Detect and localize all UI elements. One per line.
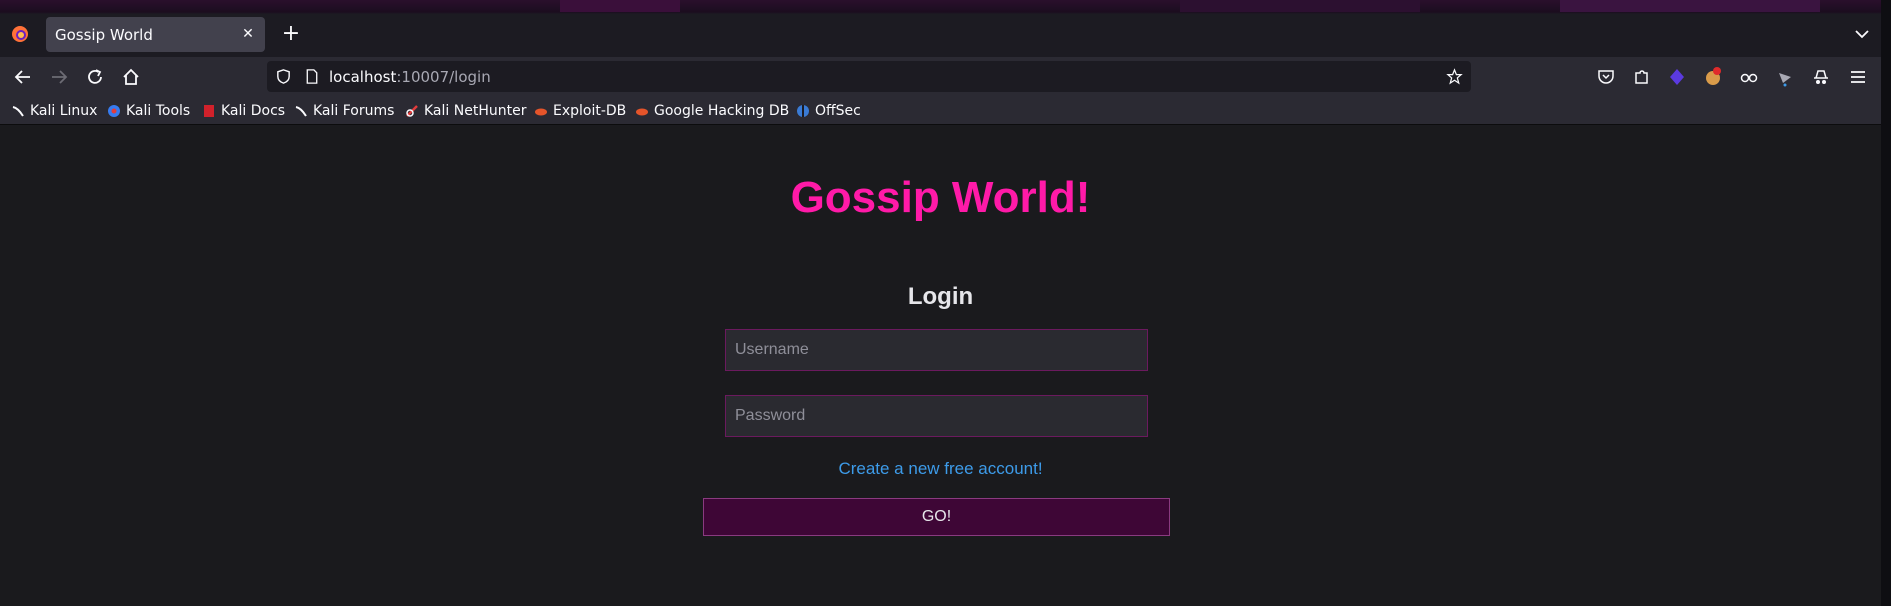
bookmark-kali-tools[interactable]: Kali Tools xyxy=(107,101,190,121)
tab-title: Gossip World xyxy=(55,26,153,44)
bookmark-label: Kali NetHunter xyxy=(424,103,527,119)
tab-strip: Gossip World ✕ + xyxy=(0,0,1881,57)
create-account-link[interactable]: Create a new free account! xyxy=(0,459,1881,479)
kali-docs-icon xyxy=(204,105,214,117)
address-bar[interactable]: localhost:10007/login xyxy=(267,61,1471,92)
page-info-icon[interactable] xyxy=(304,68,320,85)
bookmark-label: OffSec xyxy=(815,103,861,119)
pocket-icon[interactable] xyxy=(1596,67,1616,87)
tab-gossip-world[interactable]: Gossip World ✕ xyxy=(46,17,265,52)
browser-window: Gossip World ✕ + localhost:10007/login K… xyxy=(0,0,1881,606)
bookmark-kali-docs[interactable]: Kali Docs xyxy=(202,101,285,121)
url-path: :10007/login xyxy=(396,68,491,86)
offsec-icon xyxy=(797,105,809,117)
site-title: Gossip World! xyxy=(790,173,1091,222)
bookmark-label: Exploit-DB xyxy=(553,103,627,119)
ghdb-icon xyxy=(636,108,648,116)
kali-forums-icon xyxy=(295,106,307,117)
bookmark-star-icon[interactable] xyxy=(1446,68,1463,85)
url-text[interactable]: localhost:10007/login xyxy=(329,68,491,86)
bookmark-label: Google Hacking DB xyxy=(654,103,790,119)
shield-icon[interactable] xyxy=(275,68,292,85)
extension-fox-icon[interactable] xyxy=(1775,67,1795,87)
password-input[interactable] xyxy=(725,395,1148,437)
bookmark-kali-nethunter[interactable]: Kali NetHunter xyxy=(405,101,526,121)
home-icon[interactable] xyxy=(119,65,143,89)
firefox-logo-icon[interactable] xyxy=(11,25,29,43)
bookmark-offsec[interactable]: OffSec xyxy=(796,101,861,121)
bookmark-kali-forums[interactable]: Kali Forums xyxy=(294,101,394,121)
back-arrow-icon[interactable] xyxy=(11,65,35,89)
url-host: localhost xyxy=(329,68,397,86)
extensions-puzzle-icon[interactable] xyxy=(1632,67,1652,87)
extension-cube-icon[interactable] xyxy=(1667,67,1687,87)
window-edge xyxy=(1881,0,1891,606)
bookmark-label: Kali Forums xyxy=(313,103,395,119)
exploit-db-icon xyxy=(535,108,547,116)
extension-incognito-icon[interactable] xyxy=(1811,67,1831,87)
menu-hamburger-icon[interactable] xyxy=(1848,67,1868,87)
nethunter-icon xyxy=(406,105,418,117)
extension-glasses-icon[interactable] xyxy=(1739,67,1759,87)
new-tab-icon[interactable]: + xyxy=(279,22,303,46)
username-input[interactable] xyxy=(725,329,1148,371)
bookmark-google-hacking-db[interactable]: Google Hacking DB xyxy=(635,101,789,121)
kali-dragon-icon xyxy=(12,106,24,117)
close-tab-icon[interactable]: ✕ xyxy=(238,24,258,44)
bookmark-kali-linux[interactable]: Kali Linux xyxy=(11,101,97,121)
bookmark-label: Kali Tools xyxy=(126,103,191,119)
navigation-bar: localhost:10007/login xyxy=(0,57,1881,97)
go-submit-button[interactable]: GO! xyxy=(703,498,1170,536)
bookmarks-bar: Kali Linux Kali Tools Kali Docs Kali For… xyxy=(0,97,1881,125)
chevron-down-icon[interactable] xyxy=(1852,24,1872,44)
bookmark-label: Kali Docs xyxy=(221,103,286,119)
reload-icon[interactable] xyxy=(83,65,107,89)
login-heading: Login xyxy=(907,283,974,310)
bookmark-label: Kali Linux xyxy=(30,103,98,119)
extension-cookie-icon[interactable] xyxy=(1703,67,1723,87)
forward-arrow-icon[interactable] xyxy=(47,65,71,89)
kali-tools-icon xyxy=(108,105,120,117)
page-content: Gossip World! Login Create a new free ac… xyxy=(0,126,1881,606)
bookmark-exploit-db[interactable]: Exploit-DB xyxy=(534,101,626,121)
